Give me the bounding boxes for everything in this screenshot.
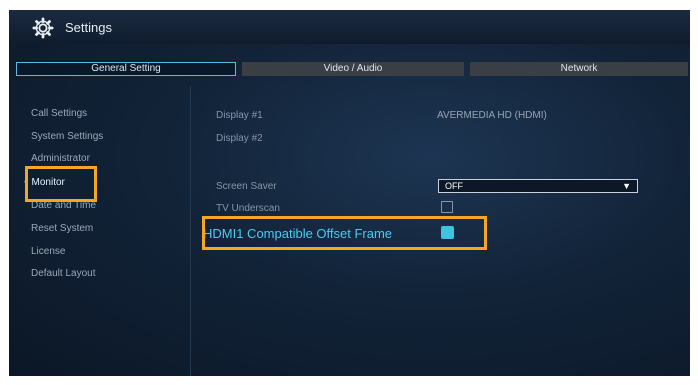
window-title: Settings <box>65 20 112 35</box>
screen-saver-select[interactable]: OFF ▼ <box>438 179 638 193</box>
hdmi-highlight-box <box>202 216 487 250</box>
sidebar-item-system-settings[interactable]: System Settings <box>31 130 103 144</box>
sidebar-item-reset-system[interactable]: Reset System <box>31 222 93 236</box>
tab-network[interactable]: Network <box>470 62 688 76</box>
title-bar: Settings <box>9 10 690 44</box>
display-1-label: Display #1 <box>216 110 263 121</box>
sidebar-item-label: System Settings <box>31 131 104 142</box>
sidebar-divider <box>190 86 191 376</box>
screen-saver-label: Screen Saver <box>216 181 277 192</box>
tv-underscan-label: TV Underscan <box>216 203 280 214</box>
sidebar-item-label: Call Settings <box>31 108 88 119</box>
screen-saver-value: OFF <box>445 181 463 191</box>
sidebar-item-call-settings[interactable]: Call Settings <box>31 107 87 121</box>
sidebar-item-label: Administrator <box>31 153 90 164</box>
sidebar-item-label: Default Layout <box>31 268 96 279</box>
sidebar-item-administrator[interactable]: Administrator <box>31 152 90 166</box>
monitor-highlight-box <box>25 166 97 202</box>
sidebar-item-label: License <box>31 246 66 257</box>
tab-general-setting[interactable]: General Setting <box>16 62 236 76</box>
dropdown-arrow-icon: ▼ <box>622 181 631 191</box>
display-1-value: AVERMEDIA HD (HDMI) <box>437 110 547 121</box>
sidebar-item-label: Reset System <box>31 223 94 234</box>
sidebar-item-default-layout[interactable]: Default Layout <box>31 267 96 281</box>
display-2-label: Display #2 <box>216 133 263 144</box>
settings-screen: Settings General Setting Video / Audio N… <box>9 10 690 376</box>
gear-icon <box>32 17 54 39</box>
tv-underscan-checkbox[interactable] <box>441 201 453 213</box>
sidebar-item-license[interactable]: License <box>31 245 65 259</box>
tab-video-audio[interactable]: Video / Audio <box>242 62 464 76</box>
